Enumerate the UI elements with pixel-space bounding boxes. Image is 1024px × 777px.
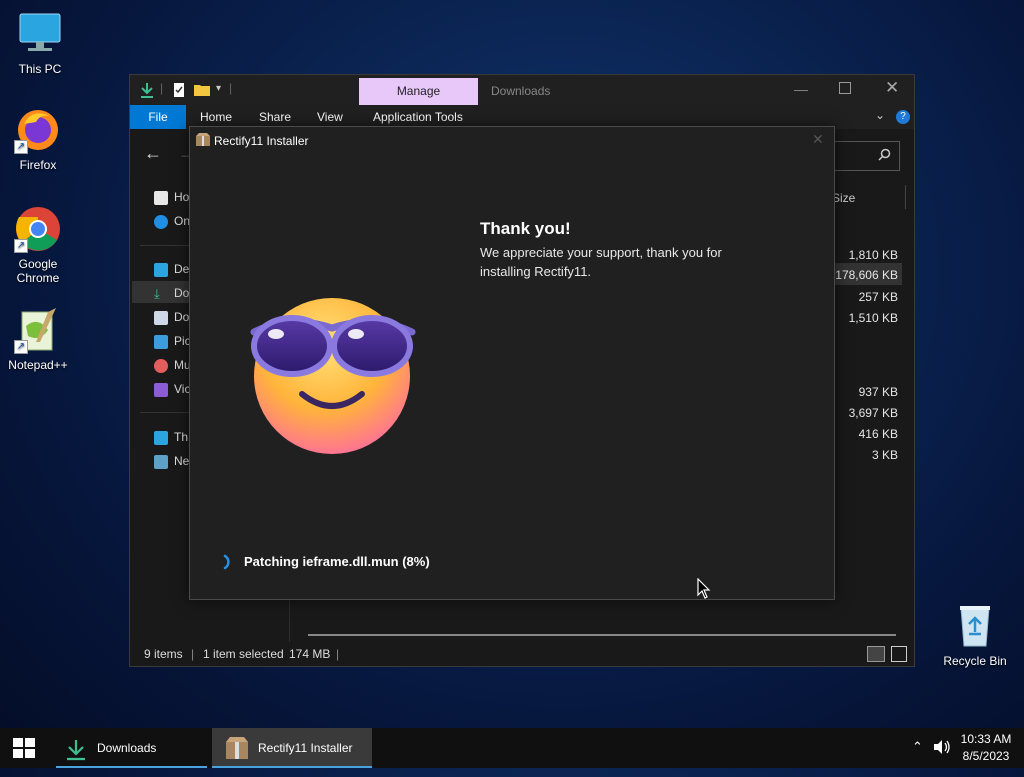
desktop-icon-label: This PC	[18, 62, 62, 76]
download-icon: ⤓	[154, 285, 160, 301]
shortcut-arrow-icon: ↗	[14, 140, 28, 154]
windows-logo-icon	[13, 738, 35, 761]
window-title: Downloads	[491, 84, 551, 98]
sidebar-item-pictures[interactable]: Pic	[154, 330, 191, 352]
tab-file[interactable]: File	[130, 105, 186, 129]
sidebar-item-onedrive[interactable]: On	[154, 210, 190, 232]
status-selected-count: 1 item selected	[203, 647, 284, 661]
notepad-plus-plus-icon: ↗	[14, 306, 62, 354]
new-folder-icon[interactable]	[194, 83, 210, 99]
status-item-count: 9 items	[144, 647, 183, 661]
qat-separator: |	[160, 81, 164, 95]
desktop-icon-notepadpp[interactable]: ↗ Notepad++	[0, 306, 76, 372]
sidebar-item-desktop[interactable]: De	[154, 258, 189, 280]
progress-spinner-icon	[222, 554, 236, 573]
qat-dropdown-icon[interactable]: ▾	[216, 83, 221, 94]
clock-time: 10:33 AM	[960, 732, 1012, 746]
search-box[interactable]	[830, 141, 900, 171]
desktop-icon-firefox[interactable]: ↗ Firefox	[0, 106, 76, 172]
column-header-size[interactable]: Size	[832, 191, 855, 205]
cloud-icon	[154, 214, 168, 229]
explorer-titlebar[interactable]: | ▾ | Manage Downloads — ✕	[130, 75, 914, 105]
desktop-icon-label: Recycle Bin	[943, 654, 1007, 668]
qat-separator: |	[229, 81, 233, 95]
properties-icon[interactable]	[173, 82, 185, 101]
sunglasses-emoji-icon	[246, 292, 418, 460]
thank-you-heading: Thank you!	[480, 219, 571, 238]
system-tray-expand-icon[interactable]: ⌃	[912, 739, 923, 755]
desktop-icon-this-pc[interactable]: This PC	[2, 10, 78, 76]
tab-manage[interactable]: Manage	[359, 78, 478, 105]
taskbar: Downloads Rectify11 Installer ⌃ 10:33 AM…	[0, 728, 1024, 768]
shortcut-arrow-icon: ↗	[14, 340, 28, 354]
desktop-icon-label: Firefox	[19, 158, 57, 172]
sidebar-item-network[interactable]: Ne	[154, 450, 189, 472]
home-icon	[154, 190, 168, 205]
document-icon	[154, 310, 168, 325]
recycle-bin-icon	[951, 602, 999, 650]
clock-date: 8/5/2023	[962, 749, 1010, 763]
sidebar-item-videos[interactable]: Vic	[154, 378, 190, 400]
pictures-icon	[154, 334, 168, 349]
installer-close-button[interactable]: ✕	[812, 131, 824, 148]
ribbon-expand-icon[interactable]: ⌄	[875, 108, 885, 122]
installer-title: Rectify11 Installer	[214, 134, 309, 148]
taskbar-app-downloads[interactable]: Downloads	[56, 728, 207, 768]
column-divider	[905, 185, 906, 209]
installer-dialog[interactable]: Rectify11 Installer ✕ Thank you! We appr…	[189, 126, 835, 600]
monitor-icon	[16, 10, 64, 58]
close-button[interactable]: ✕	[885, 78, 899, 98]
clock[interactable]: 10:33 AM 8/5/2023	[952, 731, 1020, 765]
desktop-icon-label: Google Chrome	[16, 257, 60, 285]
status-selected-size: 174 MB	[289, 647, 331, 661]
back-arrow-icon[interactable]: ←	[144, 143, 162, 164]
download-arrow-icon	[66, 737, 86, 777]
video-icon	[154, 382, 168, 397]
desktop-icon-recycle-bin[interactable]: Recycle Bin	[937, 602, 1013, 668]
music-icon	[154, 358, 168, 373]
chrome-icon: ↗	[14, 205, 62, 253]
firefox-icon: ↗	[14, 106, 62, 154]
installer-titlebar[interactable]: Rectify11 Installer ✕	[190, 127, 834, 155]
desktop-icon	[154, 262, 168, 277]
search-icon	[878, 148, 891, 164]
taskbar-app-label: Rectify11 Installer	[258, 741, 353, 755]
network-icon	[154, 454, 168, 469]
sidebar-item-this-pc[interactable]: Th	[154, 426, 188, 448]
horizontal-scrollbar[interactable]	[308, 634, 896, 636]
thank-you-message-line1: We appreciate your support, thank you fo…	[480, 245, 722, 260]
installer-box-icon	[224, 736, 250, 776]
status-separator: |	[336, 647, 340, 661]
installer-box-icon	[195, 133, 211, 150]
status-separator: |	[191, 647, 195, 661]
start-button[interactable]	[0, 728, 48, 768]
sidebar-item-music[interactable]: Mu	[154, 354, 191, 376]
taskbar-app-installer[interactable]: Rectify11 Installer	[212, 728, 372, 768]
status-bar: 9 items | 1 item selected 174 MB |	[130, 642, 914, 666]
minimize-button[interactable]: —	[794, 81, 808, 97]
details-view-icon[interactable]	[867, 646, 885, 662]
thank-you-message-line2: installing Rectify11.	[480, 264, 592, 279]
sidebar-item-home[interactable]: Ho	[154, 186, 189, 208]
desktop-icon-label: Notepad++	[8, 358, 68, 372]
maximize-button[interactable]	[839, 82, 851, 94]
sidebar-item-downloads[interactable]: ⤓ Do	[154, 282, 189, 304]
help-icon[interactable]: ?	[896, 110, 910, 124]
download-arrow-icon[interactable]	[140, 82, 154, 101]
large-icons-view-icon[interactable]	[891, 646, 907, 662]
monitor-icon	[154, 430, 168, 445]
sidebar-item-documents[interactable]: Do	[154, 306, 189, 328]
volume-icon[interactable]	[933, 739, 951, 758]
progress-status-text: Patching ieframe.dll.mun (8%)	[244, 554, 430, 569]
shortcut-arrow-icon: ↗	[14, 239, 28, 253]
desktop-icon-chrome[interactable]: ↗ Google Chrome	[0, 205, 76, 285]
mouse-cursor-icon	[697, 577, 711, 603]
taskbar-app-label: Downloads	[97, 741, 157, 755]
